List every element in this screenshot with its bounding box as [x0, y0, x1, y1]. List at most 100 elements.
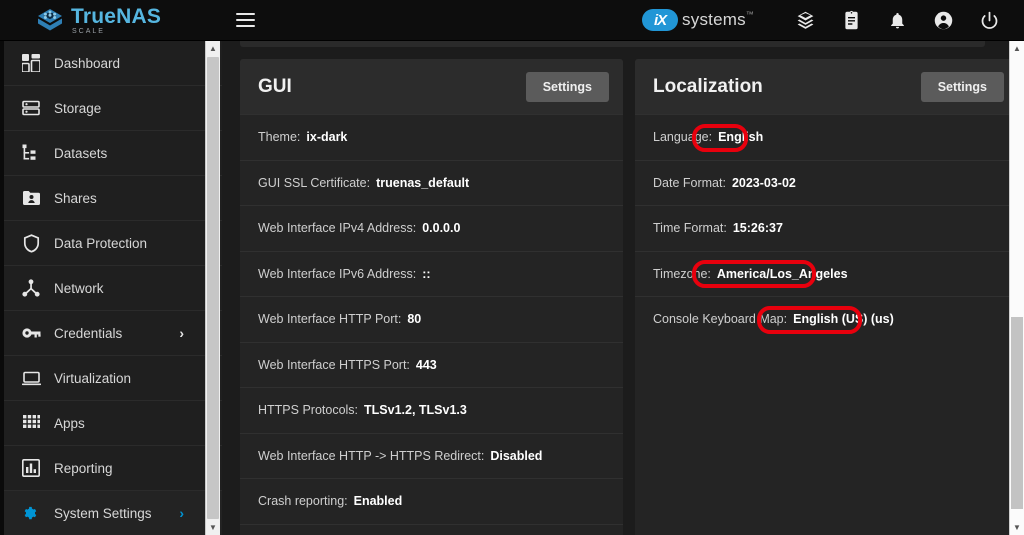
row-value: truenas_default	[376, 175, 470, 190]
partial-card-above	[240, 41, 985, 47]
row-value: Enabled	[353, 494, 403, 509]
gui-row-partial	[240, 523, 623, 535]
row-key: Web Interface IPv4 Address:	[258, 221, 417, 236]
notifications-bell-icon[interactable]	[886, 9, 908, 31]
ixsystems-logo[interactable]: iX systems™	[642, 9, 754, 31]
row-value: ::	[422, 266, 431, 281]
sidebar-item-credentials[interactable]: Credentials ›	[0, 311, 222, 356]
localization-row-console-keyboard-map: Console Keyboard Map: English (US) (us)	[635, 296, 1009, 342]
settings-cards-container: GUI Settings Theme: ix-dark GUI SSL Cert…	[240, 59, 1009, 535]
row-key: Theme:	[258, 130, 301, 145]
gui-card: GUI Settings Theme: ix-dark GUI SSL Cert…	[240, 59, 623, 535]
row-key: Web Interface HTTPS Port:	[258, 357, 410, 372]
row-key: Crash reporting:	[258, 494, 348, 509]
main-content-scrollbar[interactable]: ▲ ▼	[1009, 41, 1024, 535]
localization-card: Localization Settings Language: English …	[635, 59, 1009, 535]
sidebar-item-label: Dashboard	[54, 55, 121, 71]
row-value: 80	[407, 312, 422, 327]
scroll-down-arrow-icon[interactable]: ▼	[1010, 520, 1024, 535]
main-scrollbar-thumb[interactable]	[1011, 317, 1023, 509]
scroll-up-arrow-icon[interactable]: ▲	[1010, 41, 1024, 56]
row-key: Web Interface HTTP Port:	[258, 312, 402, 327]
row-value: 2023-03-02	[731, 175, 796, 190]
sidebar-item-label: Data Protection	[54, 235, 148, 251]
row-value: America/Los_Angeles	[716, 266, 848, 281]
sidebar-item-storage[interactable]: Storage	[0, 86, 222, 131]
ixsystems-trademark: ™	[745, 10, 754, 19]
gui-row-theme: Theme: ix-dark	[240, 114, 623, 160]
reporting-bar-chart-icon	[14, 459, 48, 477]
sidebar-item-label: System Settings	[54, 505, 152, 521]
sidebar-item-network[interactable]: Network	[0, 266, 222, 311]
sidebar-item-system-settings[interactable]: System Settings ›	[0, 491, 222, 535]
gear-icon	[14, 504, 48, 523]
truenas-cube-logo-icon	[38, 9, 62, 31]
brand-name: TrueNAS	[71, 6, 161, 27]
row-key: Timezone:	[653, 266, 711, 281]
brand-logo-area[interactable]: TrueNAS SCALE	[0, 0, 222, 41]
row-value: ix-dark	[306, 130, 348, 145]
sidebar-scrollbar[interactable]: ▲ ▼	[205, 41, 220, 535]
storage-server-icon	[14, 100, 48, 116]
chevron-right-icon: ›	[179, 505, 184, 521]
localization-row-timezone: Timezone: America/Los_Angeles	[635, 250, 1009, 297]
row-key: HTTPS Protocols:	[258, 403, 359, 418]
sidebar-item-label: Network	[54, 280, 104, 296]
localization-row-date-format: Date Format: 2023-03-02	[635, 159, 1009, 206]
sidebar-item-datasets[interactable]: Datasets	[0, 131, 222, 176]
gui-row-https-port: Web Interface HTTPS Port: 443	[240, 341, 623, 388]
main-content-area: GUI Settings Theme: ix-dark GUI SSL Cert…	[222, 41, 1009, 535]
apps-cube-icon[interactable]	[794, 9, 816, 31]
row-key: Console Keyboard Map:	[653, 312, 788, 327]
ixsystems-mark-icon: iX	[642, 9, 679, 31]
gui-settings-button[interactable]: Settings	[525, 71, 609, 102]
row-value: Disabled	[490, 448, 543, 463]
brand-text: TrueNAS SCALE	[71, 6, 161, 35]
sidebar-item-apps[interactable]: Apps	[0, 401, 222, 446]
sidebar-item-label: Storage	[54, 100, 102, 116]
brand-name-true: True	[71, 4, 117, 28]
localization-card-body: Language: English Date Format: 2023-03-0…	[635, 114, 1009, 342]
gui-row-ipv6-address: Web Interface IPv6 Address: ::	[240, 250, 623, 297]
row-key: Date Format:	[653, 175, 726, 190]
gui-row-ssl-certificate: GUI SSL Certificate: truenas_default	[240, 159, 623, 206]
sidebar-item-reporting[interactable]: Reporting	[0, 446, 222, 491]
gui-row-https-protocols: HTTPS Protocols: TLSv1.2, TLSv1.3	[240, 387, 623, 433]
sidebar-item-virtualization[interactable]: Virtualization	[0, 356, 222, 401]
chevron-right-icon: ›	[179, 325, 184, 341]
topbar-icon-group	[794, 9, 1024, 31]
hamburger-menu-icon[interactable]	[222, 0, 268, 41]
sidebar-item-label: Reporting	[54, 460, 113, 476]
sidebar-item-shares[interactable]: Shares	[0, 176, 222, 221]
left-window-edge	[0, 41, 4, 535]
task-manager-clipboard-icon[interactable]	[840, 9, 862, 31]
dashboard-grid-icon	[14, 54, 48, 72]
sidebar-item-label: Credentials	[54, 325, 123, 341]
row-value: English	[718, 130, 764, 145]
ixsystems-wordmark: systems™	[682, 10, 754, 30]
row-key: Language:	[653, 130, 713, 145]
scroll-down-arrow-icon[interactable]: ▼	[206, 520, 220, 535]
localization-settings-button[interactable]: Settings	[920, 71, 1004, 102]
account-user-icon[interactable]	[932, 9, 954, 31]
sidebar-item-dashboard[interactable]: Dashboard	[0, 41, 222, 86]
gui-card-title: GUI	[258, 75, 292, 97]
row-value: English (US) (us)	[793, 312, 894, 327]
ixsystems-word: systems	[682, 10, 746, 29]
gui-row-http-https-redirect: Web Interface HTTP -> HTTPS Redirect: Di…	[240, 432, 623, 479]
row-value: 443	[415, 357, 437, 372]
scroll-up-arrow-icon[interactable]: ▲	[206, 41, 220, 56]
row-key: Web Interface HTTP -> HTTPS Redirect:	[258, 448, 485, 463]
sidebar-scrollbar-thumb[interactable]	[207, 57, 219, 519]
top-navigation-bar: TrueNAS SCALE iX systems™	[0, 0, 1024, 41]
monitor-icon	[14, 371, 48, 386]
sidebar-item-data-protection[interactable]: Data Protection	[0, 221, 222, 266]
row-key: Web Interface IPv6 Address:	[258, 266, 417, 281]
gui-card-header: GUI Settings	[240, 59, 623, 114]
sidebar-item-label: Datasets	[54, 145, 108, 161]
brand-name-nas: NAS	[116, 4, 162, 28]
localization-row-language: Language: English	[635, 114, 1009, 160]
localization-row-time-format: Time Format: 15:26:37	[635, 205, 1009, 251]
power-icon[interactable]	[978, 9, 1000, 31]
gui-row-ipv4-address: Web Interface IPv4 Address: 0.0.0.0	[240, 205, 623, 251]
